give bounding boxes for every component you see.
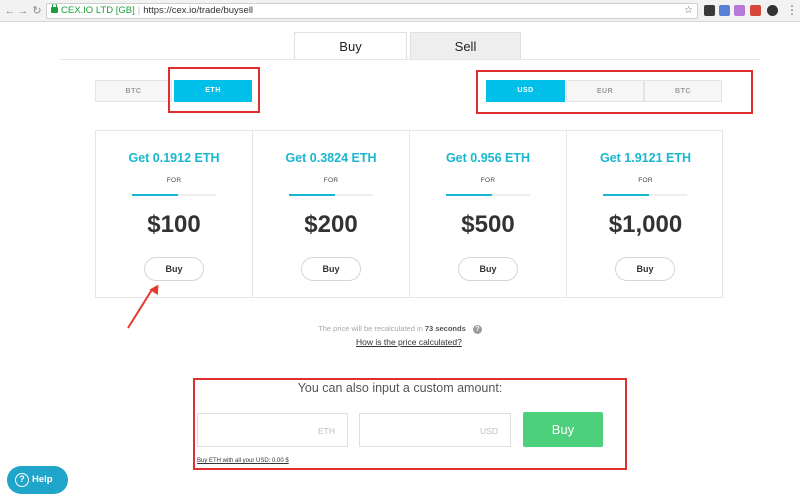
- offer-for-label: FOR: [480, 177, 496, 184]
- help-button[interactable]: ? Help: [7, 466, 68, 494]
- back-icon[interactable]: ←: [4, 4, 16, 18]
- offer-card: Get 0.3824 ETH FOR $200 Buy: [253, 131, 410, 297]
- buy-all-link[interactable]: Buy ETH with all your USD: 0.00 $: [197, 458, 289, 464]
- offer-price: $1,000: [608, 211, 683, 238]
- offer-for-label: FOR: [166, 177, 182, 184]
- offer-price: $200: [304, 211, 358, 238]
- recalc-prefix: The price will be recalculated in: [318, 324, 423, 333]
- offer-divider: [289, 194, 373, 196]
- extension-icon[interactable]: [734, 5, 745, 16]
- offer-card: Get 1.9121 ETH FOR $1,000 Buy: [567, 131, 724, 297]
- star-icon[interactable]: ☆: [684, 4, 693, 18]
- offer-divider: [603, 194, 687, 196]
- extension-icon[interactable]: [767, 5, 778, 16]
- highlight-box-crypto: [168, 67, 260, 113]
- custom-amount-title: You can also input a custom amount:: [297, 381, 503, 395]
- offer-divider-accent: [603, 194, 649, 196]
- extension-icon[interactable]: [750, 5, 761, 16]
- offer-amount: Get 0.1912 ETH: [128, 151, 220, 165]
- reload-icon[interactable]: ↻: [31, 4, 43, 18]
- offer-for-label: FOR: [638, 177, 653, 184]
- help-label: Help: [32, 474, 53, 485]
- price-calc-link[interactable]: How is the price calculated?: [356, 337, 462, 347]
- offer-card: Get 0.956 ETH FOR $500 Buy: [410, 131, 567, 297]
- offer-divider: [446, 194, 530, 196]
- offer-divider-accent: [289, 194, 335, 196]
- help-icon: ?: [15, 473, 29, 487]
- tab-sell[interactable]: Sell: [410, 32, 521, 59]
- offer-amount: Get 0.956 ETH: [445, 151, 531, 165]
- address-bar[interactable]: CEX.IO LTD [GB] | https://cex.io/trade/buy…: [46, 3, 698, 19]
- secure-label: CEX.IO LTD [GB]: [61, 5, 135, 16]
- offer-cards: Get 0.1912 ETH FOR $100 Buy Get 0.3824 E…: [95, 130, 723, 298]
- offer-amount: Get 0.3824 ETH: [285, 151, 377, 165]
- offer-card: Get 0.1912 ETH FOR $100 Buy: [96, 131, 253, 297]
- more-vert-icon[interactable]: ⋮: [786, 3, 798, 17]
- browser-toolbar: ← → ↻ CEX.IO LTD [GB] | https://cex.io/tra…: [0, 0, 800, 22]
- extension-icon[interactable]: [704, 5, 715, 16]
- recalc-seconds: 73 seconds: [424, 324, 466, 333]
- offer-price: $500: [461, 211, 515, 238]
- tab-divider: [60, 59, 760, 60]
- recalc-note: The price will be recalculated in 73 sec…: [0, 324, 800, 334]
- tab-buy[interactable]: Buy: [294, 32, 407, 59]
- question-circle-icon[interactable]: ?: [472, 325, 482, 334]
- offer-buy-button[interactable]: Buy: [458, 257, 518, 281]
- highlight-box-currency: [476, 70, 753, 114]
- offer-divider-accent: [446, 194, 492, 196]
- url-text: https://cex.io/trade/buysell: [143, 5, 254, 16]
- usd-amount-input[interactable]: USD: [359, 413, 511, 447]
- offer-buy-button[interactable]: Buy: [301, 257, 361, 281]
- eth-amount-input[interactable]: ETH: [197, 413, 348, 447]
- forward-icon[interactable]: →: [17, 4, 29, 18]
- lock-icon: [51, 4, 58, 13]
- offer-amount: Get 1.9121 ETH: [599, 151, 691, 165]
- offer-price: $100: [147, 211, 201, 238]
- offer-divider-accent: [132, 194, 178, 196]
- crypto-toggle-btc[interactable]: BTC: [95, 80, 172, 102]
- custom-buy-button[interactable]: Buy: [523, 412, 603, 447]
- offer-for-label: FOR: [323, 177, 339, 184]
- url-separator: |: [137, 5, 141, 16]
- offer-divider: [132, 194, 216, 196]
- offer-buy-button[interactable]: Buy: [615, 257, 675, 281]
- extension-icon[interactable]: [719, 5, 730, 16]
- offer-buy-button[interactable]: Buy: [144, 257, 204, 281]
